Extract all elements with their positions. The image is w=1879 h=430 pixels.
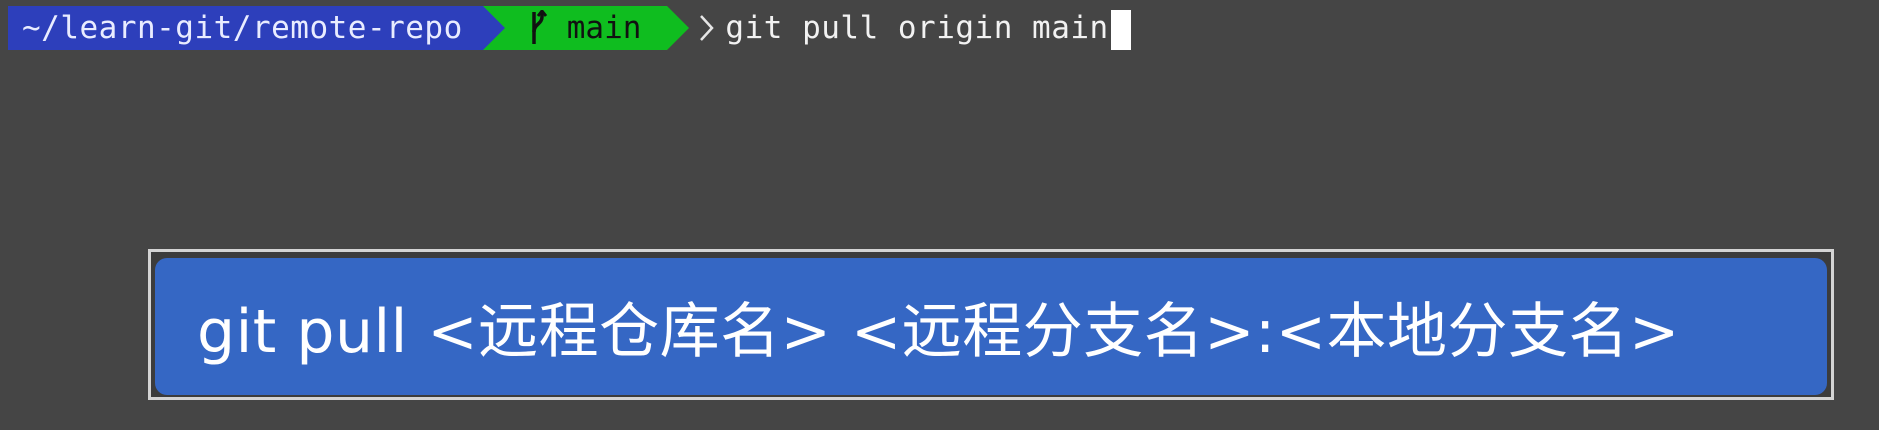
command-text: git pull origin main [725,10,1109,46]
caption-overlay: git pull <远程仓库名> <远程分支名>:<本地分支名> [155,258,1827,395]
command-input[interactable]: git pull origin main [725,6,1131,50]
prompt-path: ~/learn-git/remote-repo [22,10,463,46]
prompt-path-segment: ~/learn-git/remote-repo [8,6,505,50]
text-cursor [1110,9,1131,50]
terminal-window[interactable]: ~/learn-git/remote-repo main git pull or… [0,0,1879,430]
caption-text: git pull <远程仓库名> <远程分支名>:<本地分支名> [197,297,1680,367]
prompt-branch-name: main [566,10,642,46]
git-branch-icon [532,10,547,44]
chevron-right-icon [700,15,715,41]
prompt-branch-segment: main [482,6,690,50]
prompt-line: ~/learn-git/remote-repo main git pull or… [8,6,1131,50]
